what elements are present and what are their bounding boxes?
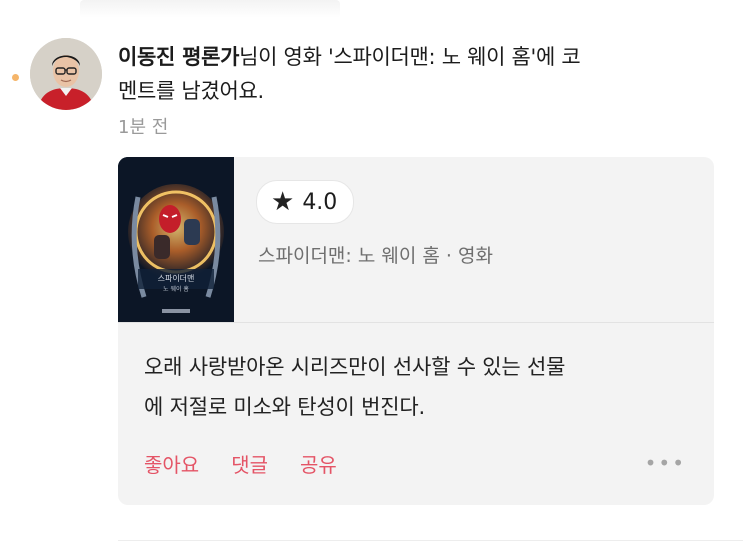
comment-line-2: 에 저절로 미소와 탄성이 번진다.	[144, 395, 425, 419]
poster-subtitle: 노 웨이 홈	[163, 285, 189, 293]
movie-info[interactable]: 스파이더맨: 노 웨이 홈 · 영화	[258, 241, 493, 268]
avatar[interactable]	[30, 38, 102, 110]
card-divider	[118, 322, 714, 323]
unread-indicator	[12, 74, 19, 81]
star-icon: ★	[271, 187, 295, 217]
comment-text: 오래 사랑받아온 시리즈만이 선사할 수 있는 선물 에 저절로 미소와 탄성이…	[144, 347, 692, 427]
comment-line-1: 오래 사랑받아온 시리즈만이 선사할 수 있는 선물	[144, 355, 566, 379]
avatar-image	[30, 38, 102, 110]
rating-value: 4.0	[302, 189, 338, 215]
comment-button[interactable]: 댓글	[231, 449, 268, 478]
notification-text[interactable]: 이동진 평론가님이 영화 '스파이더맨: 노 웨이 홈'에 코 멘트를 남겼어요…	[118, 40, 718, 108]
message-text-continued: 멘트를 남겼어요.	[118, 79, 264, 103]
message-text: 님이 영화 '스파이더맨: 노 웨이 홈'에 코	[239, 45, 581, 69]
share-button[interactable]: 공유	[300, 449, 337, 478]
timestamp: 1분 전	[118, 117, 169, 138]
movie-poster[interactable]: 스파이더맨 노 웨이 홈	[118, 157, 234, 322]
like-button[interactable]: 좋아요	[144, 449, 199, 478]
poster-image: 스파이더맨 노 웨이 홈	[118, 157, 234, 322]
comment-card[interactable]: 스파이더맨 노 웨이 홈 ★ 4.0 스파이더맨: 노 웨이 홈 · 영화 오래…	[118, 157, 714, 505]
user-name[interactable]: 이동진 평론가	[118, 45, 239, 69]
action-bar: 좋아요 댓글 공유	[144, 449, 337, 478]
previous-item-fade	[80, 0, 340, 18]
more-options-icon[interactable]: •••	[645, 451, 686, 475]
list-separator	[118, 540, 743, 541]
rating-badge: ★ 4.0	[256, 180, 355, 224]
poster-title: 스파이더맨	[158, 273, 195, 283]
